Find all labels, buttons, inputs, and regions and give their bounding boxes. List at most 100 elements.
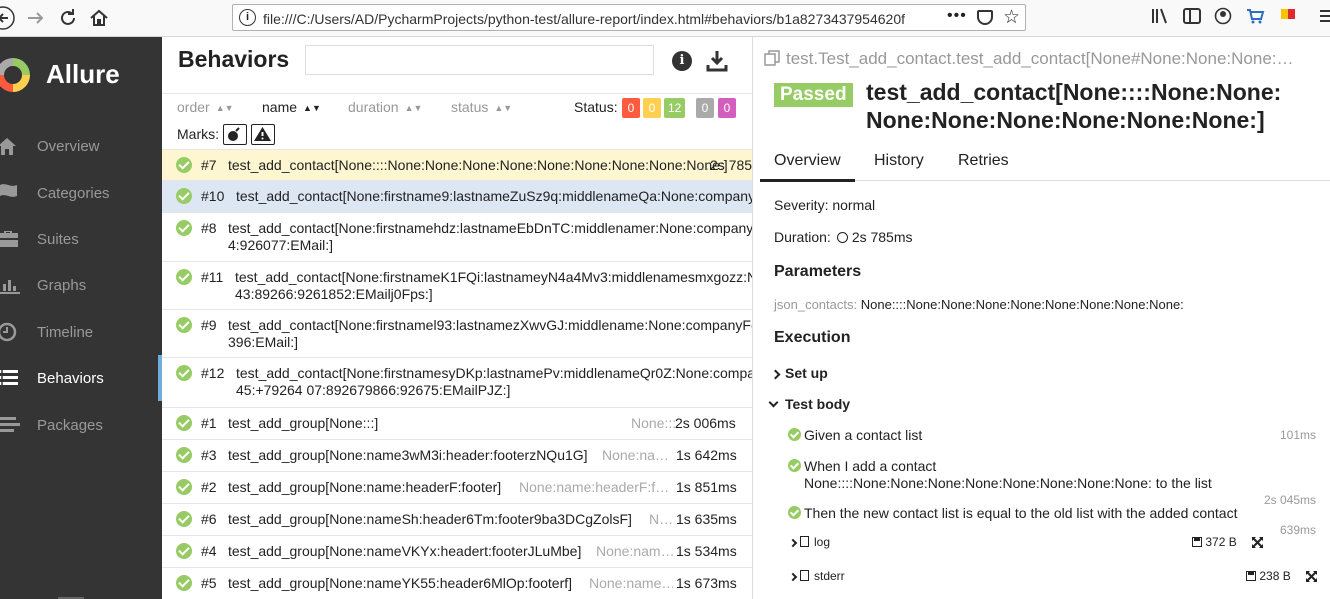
list-item[interactable]: #1 test_add_group[None:::] None::: 2s 00…	[162, 407, 752, 439]
result-tabs: Overview History Retries	[760, 144, 1330, 182]
info-icon[interactable]: i	[672, 51, 692, 71]
sidebar-item-categories[interactable]: Categories	[0, 170, 162, 216]
step-duration: 639ms	[1279, 523, 1316, 537]
step-item[interactable]: Then the new contact list is equal to th…	[788, 505, 1237, 521]
sort-bar: order ▲▼ name ▲▼ duration ▲▼ status ▲▼ Statu…	[162, 93, 752, 121]
test-params: None:::	[631, 415, 675, 431]
test-order: #4	[201, 543, 217, 559]
address-bar[interactable]: i file:///C:/Users/AD/PycharmProjects/py…	[232, 4, 1026, 31]
sidebar-item-label: Categories	[37, 185, 110, 202]
chevron-right-icon	[788, 538, 798, 548]
download-icon[interactable]	[706, 49, 728, 73]
attachment-log[interactable]: log	[788, 535, 830, 549]
list-item[interactable]: #10 test_add_contact[None:firstname9:las…	[162, 180, 752, 212]
briefcase-icon	[0, 231, 18, 247]
list-item[interactable]: #6 test_add_group[None:nameSh:header6Tm:…	[162, 503, 752, 535]
url-text[interactable]: file:///C:/Users/AD/PycharmProjects/pyth…	[263, 11, 945, 27]
file-icon	[800, 536, 809, 547]
tab-history[interactable]: History	[874, 152, 924, 170]
sidebar-item-label: Behaviors	[37, 370, 104, 387]
menu-icon[interactable]	[1318, 6, 1330, 33]
search-input[interactable]	[305, 45, 654, 75]
step-text: Given a contact list	[804, 427, 923, 443]
new-failed-mark-toggle[interactable]	[251, 124, 275, 145]
sidebar-item-overview[interactable]: Overview	[0, 123, 162, 169]
step-item[interactable]: Given a contact list	[788, 427, 922, 443]
sidebar-item-label: Timeline	[37, 324, 94, 341]
sort-status[interactable]: status ▲▼	[451, 99, 512, 115]
site-info-icon[interactable]: i	[239, 9, 256, 26]
sidebar-toggle-icon[interactable]	[1183, 6, 1201, 33]
sidebar-item-graphs[interactable]: Graphs	[0, 262, 162, 308]
list-item[interactable]: #5 test_add_group[None:nameYK55:header6M…	[162, 567, 752, 599]
list-item[interactable]: #4 test_add_group[None:nameVKYx:headert:…	[162, 535, 752, 567]
pane-splitter[interactable]	[752, 37, 760, 599]
status-passed-toggle[interactable]: 12	[664, 98, 686, 118]
list-item[interactable]: #11 test_add_contact[None:firstnameK1FQi…	[162, 261, 752, 309]
test-duration: 1s 851ms	[676, 479, 737, 495]
sidebar-item-label: Suites	[37, 231, 79, 248]
sidebar-item-label: Overview	[37, 138, 100, 155]
fullscreen-icon[interactable]	[1252, 537, 1263, 548]
passed-status-icon	[176, 188, 192, 204]
tab-retries[interactable]: Retries	[958, 152, 1009, 170]
page-actions-icon[interactable]: •••	[947, 7, 967, 25]
duration-value: 2s 785ms	[851, 229, 913, 245]
test-name: test_add_group[None:nameSh:header6Tm:foo…	[228, 511, 632, 527]
status-unknown-toggle[interactable]: 0	[718, 98, 736, 118]
fullscreen-icon[interactable]	[1306, 571, 1317, 582]
attachment-stderr[interactable]: stderr	[788, 569, 845, 583]
bookmark-star-icon[interactable]: ☆	[1003, 6, 1020, 29]
list-item[interactable]: #7 test_add_contact[None::::None:None:No…	[162, 149, 752, 180]
test-name: test_add_contact[None:firstname9:lastnam…	[236, 188, 752, 204]
library-icon[interactable]	[1151, 6, 1169, 33]
duration-label: Duration:	[774, 229, 831, 245]
reload-icon[interactable]	[56, 6, 80, 30]
sidebar-item-behaviors[interactable]: Behaviors	[0, 355, 162, 401]
cart-extension-icon[interactable]	[1245, 6, 1265, 33]
passed-status-icon	[176, 220, 192, 236]
test-order: #11	[201, 269, 224, 285]
bar-chart-icon	[0, 276, 20, 294]
file-icon	[800, 570, 809, 581]
sidebar-item-packages[interactable]: Packages	[0, 402, 162, 448]
test-list: #7 test_add_contact[None::::None:None:No…	[162, 149, 752, 599]
flaky-mark-toggle[interactable]	[223, 124, 247, 145]
list-item[interactable]: #3 test_add_group[None:name3wM3i:header:…	[162, 439, 752, 471]
browser-toolbar: i file:///C:/Users/AD/PycharmProjects/py…	[0, 0, 1330, 37]
chevron-down-icon	[768, 397, 779, 408]
forward-icon[interactable]	[24, 6, 48, 30]
test-name: test_add_contact[None::::None:None:None:…	[228, 157, 728, 173]
sort-order[interactable]: order ▲▼	[177, 99, 234, 115]
behaviors-pane: Behaviors i order ▲▼ name ▲▼ duration ▲▼ st…	[162, 37, 752, 599]
status-failed-toggle[interactable]: 0	[622, 98, 640, 118]
chevron-right-icon	[770, 369, 781, 380]
tab-overview[interactable]: Overview	[760, 152, 855, 182]
align-left-icon	[0, 417, 20, 432]
copy-icon[interactable]	[764, 50, 780, 66]
sort-duration[interactable]: duration ▲▼	[348, 99, 422, 115]
pocket-icon[interactable]	[977, 10, 993, 25]
list-item[interactable]: #8 test_add_contact[None:firstnamehdz:la…	[162, 212, 752, 261]
sidebar-item-suites[interactable]: Suites	[0, 216, 162, 262]
status-skipped-toggle[interactable]: 0	[696, 98, 714, 118]
list-item[interactable]: #12 test_add_contact[None:firstnamesyDKp…	[162, 357, 752, 407]
account-icon[interactable]	[1214, 6, 1232, 33]
test-full-name: test.Test_add_contact.test_add_contact[N…	[786, 49, 1294, 68]
test-order: #8	[201, 220, 217, 236]
home-icon	[0, 138, 16, 155]
home-icon[interactable]	[87, 6, 111, 30]
allure-logo[interactable]: Allure	[0, 56, 162, 92]
flag-extension-icon[interactable]	[1280, 6, 1296, 33]
setup-toggle[interactable]: Set up	[770, 365, 828, 381]
back-icon[interactable]	[0, 6, 18, 30]
test-name-continued: 396:EMail:]	[228, 334, 299, 350]
list-item[interactable]: #9 test_add_contact[None:firstnamel93:la…	[162, 309, 752, 357]
list-item[interactable]: #2 test_add_group[None:name:headerF:foot…	[162, 471, 752, 503]
status-broken-toggle[interactable]: 0	[643, 98, 661, 118]
sort-name[interactable]: name ▲▼	[262, 99, 321, 115]
sidebar-item-timeline[interactable]: Timeline	[0, 309, 162, 355]
step-item[interactable]: When I add a contact	[788, 458, 936, 474]
test-body-toggle[interactable]: Test body	[768, 396, 850, 412]
duration-line: Duration: 2s 785ms	[774, 229, 913, 245]
